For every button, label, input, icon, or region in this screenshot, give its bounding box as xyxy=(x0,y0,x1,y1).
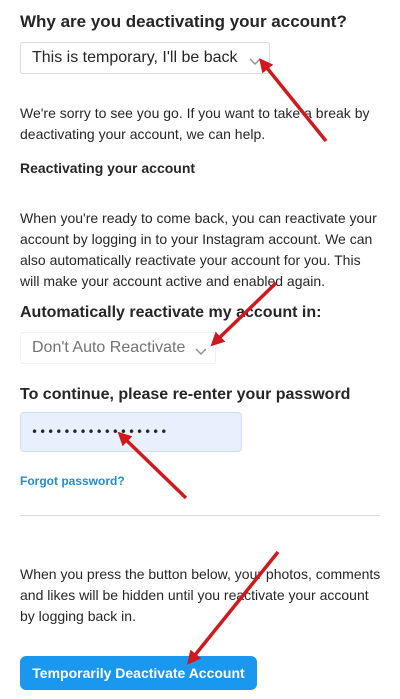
password-input[interactable]: ••••••••••••••••• xyxy=(20,412,242,452)
temporarily-deactivate-button[interactable]: Temporarily Deactivate Account xyxy=(20,656,257,690)
auto-reactivate-label: Automatically reactivate my account in: xyxy=(20,304,322,321)
intro-text: We're sorry to see you go. If you want t… xyxy=(20,105,370,142)
password-label: To continue, please re-enter your passwo… xyxy=(20,386,351,403)
reactivating-text: When you're ready to come back, you can … xyxy=(20,210,377,289)
warning-text: When you press the button below, your ph… xyxy=(20,566,381,624)
deactivate-account-page: Why are you deactivating your account? T… xyxy=(0,0,400,699)
auto-reactivate-select[interactable]: Don't Auto Reactivate xyxy=(20,332,216,364)
chevron-down-icon xyxy=(248,45,262,75)
chevron-down-icon xyxy=(194,335,208,365)
reason-select-value: This is temporary, I'll be back xyxy=(32,49,238,66)
deactivation-question-heading: Why are you deactivating your account? xyxy=(20,12,347,31)
forgot-password-link[interactable]: Forgot password? xyxy=(20,474,125,488)
reason-select[interactable]: This is temporary, I'll be back xyxy=(20,42,270,74)
auto-reactivate-value: Don't Auto Reactivate xyxy=(32,339,186,356)
divider xyxy=(20,515,380,516)
reactivating-heading: Reactivating your account xyxy=(20,160,196,176)
